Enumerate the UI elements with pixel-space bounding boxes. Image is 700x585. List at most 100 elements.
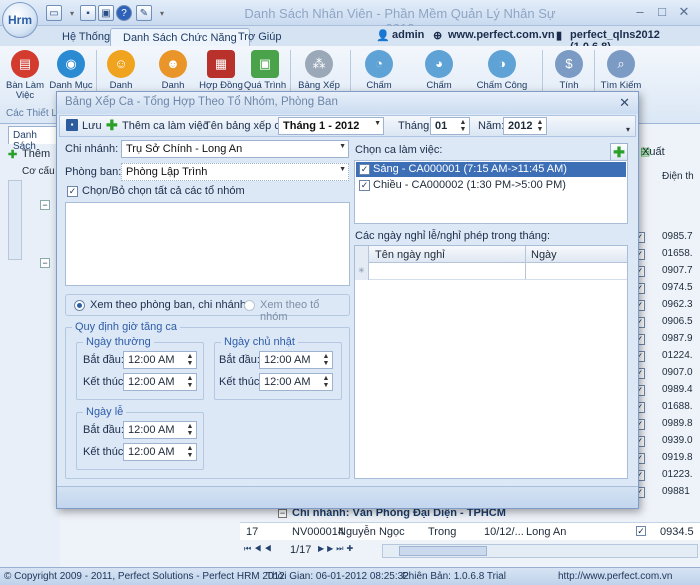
- status-url[interactable]: http://www.perfect.com.vn: [558, 571, 673, 582]
- select-all-checkbox[interactable]: ✓: [67, 186, 78, 197]
- employee-date: 10/12/...: [484, 526, 524, 538]
- sheet-name-dropdown[interactable]: Tháng 1 - 2012 ▼: [278, 117, 384, 135]
- people-icon: ☻: [159, 50, 187, 78]
- holiday-end-time[interactable]: 12:00 AM ▲ ▼: [123, 443, 197, 461]
- view-mode-group: Xem theo phòng ban, chi nhánh Xem theo t…: [65, 294, 350, 323]
- weekday-end-label: Kết thúc:: [83, 376, 127, 388]
- shift-checkbox-2[interactable]: ✓: [359, 180, 370, 191]
- save-all-icon[interactable]: ▣: [98, 5, 114, 21]
- holidays-label: Các ngày nghỉ lễ/nghỉ phép trong tháng:: [355, 230, 551, 242]
- year-label: Năm:: [478, 120, 505, 132]
- view-by-group-radio[interactable]: [244, 300, 255, 311]
- website-link[interactable]: www.perfect.com.vn: [448, 29, 555, 41]
- tree-expand-icon[interactable]: −: [40, 200, 50, 210]
- contract-icon: ▦: [207, 50, 235, 78]
- holiday-group: Ngày lễ Bắt đầu: 12:00 AM ▲ ▼ Kết thúc: 12…: [76, 406, 204, 470]
- sunday-start-time[interactable]: 12:00 AM ▲ ▼: [259, 351, 333, 369]
- dashboard-icon: ▤: [11, 50, 39, 78]
- ribbon-ban-lam-viec[interactable]: ▤ Bàn Làm Việc: [2, 50, 48, 102]
- dept-dropdown[interactable]: Phòng Lập Trình ▼: [121, 163, 349, 181]
- status-version: Phiên Bản: 1.0.6.8 Trial: [402, 571, 506, 582]
- view-by-group-label: Xem theo tổ nhóm: [260, 299, 320, 323]
- timesheet-icon: ◕: [425, 50, 453, 78]
- row-checkbox[interactable]: ✓: [636, 526, 646, 536]
- year-spinner[interactable]: 2012 ▲ ▼: [503, 117, 547, 135]
- dialog-toolbar: ▪ Lưu ✚ Thêm ca làm việc Tên bảng xếp ca…: [59, 115, 636, 137]
- view-by-dept-radio[interactable]: [74, 300, 85, 311]
- tab-tro-giup[interactable]: Trợ Giúp: [226, 28, 293, 46]
- tree-expand-icon[interactable]: −: [40, 258, 50, 268]
- phone-column-header: Điện th: [662, 171, 694, 182]
- dialog-close-icon[interactable]: ✕: [619, 95, 630, 111]
- phone-cell: 0987.9: [662, 333, 693, 344]
- phone-cell: 01223.: [662, 469, 693, 480]
- user-name: admin: [392, 29, 425, 41]
- edit-icon[interactable]: ✎: [136, 5, 152, 21]
- chevron-down-icon[interactable]: ▾: [64, 5, 80, 21]
- holiday-title: Ngày lễ: [83, 406, 127, 418]
- add-icon[interactable]: ✚: [106, 117, 118, 134]
- group-collapse-icon[interactable]: −: [278, 509, 287, 518]
- overtime-rules-group: Quy định giờ tăng ca Ngày thường Bắt đầu…: [65, 321, 350, 479]
- help-icon[interactable]: ?: [116, 5, 132, 21]
- pager-next-last-icons[interactable]: ▶▶⏭✚: [318, 544, 356, 554]
- timesheet-icon: ◔: [365, 50, 393, 78]
- phone-cell: 0989.8: [662, 418, 693, 429]
- maximize-icon[interactable]: □: [652, 3, 672, 21]
- customize-toolbar-icon[interactable]: ▾: [154, 5, 170, 21]
- holiday-start-time[interactable]: 12:00 AM ▲ ▼: [123, 421, 197, 439]
- shift-item-2: Chiều - CA000002 (1:30 PM->5:00 PM): [373, 179, 566, 191]
- weekday-end-time[interactable]: 12:00 AM ▲ ▼: [123, 373, 197, 391]
- shift-list[interactable]: ✓ Sáng - CA000001 (7:15 AM->11:45 AM) ✓ …: [354, 160, 628, 224]
- spin-arrows-icon: ▲ ▼: [186, 375, 194, 389]
- copyright-text: © Copyright 2009 - 2011, Perfect Solutio…: [4, 571, 285, 582]
- save-icon[interactable]: ▪: [80, 5, 96, 21]
- weekday-start-time[interactable]: 12:00 AM ▲ ▼: [123, 351, 197, 369]
- horizontal-scrollbar[interactable]: [382, 544, 698, 558]
- phone-cell: 01688.: [662, 401, 693, 412]
- weekday-start-label: Bắt đầu:: [83, 354, 124, 366]
- employee-id: NV000014: [292, 526, 344, 538]
- pager-first-prev-icons[interactable]: ⏮◀◀: [244, 544, 274, 554]
- app-logo[interactable]: Hrm: [2, 2, 38, 38]
- close-icon[interactable]: ✕: [674, 3, 694, 21]
- select-all-label: Chọn/Bỏ chọn tất cả các tổ nhóm: [82, 185, 245, 197]
- spin-arrows-icon: ▲ ▼: [536, 119, 544, 133]
- month-spinner[interactable]: 01 ▲ ▼: [430, 117, 470, 135]
- sunday-end-label: Kết thúc:: [219, 376, 263, 388]
- phone-cell: 01224.: [662, 350, 693, 361]
- version-icon: ▮: [556, 30, 563, 42]
- col-holiday-date[interactable]: Ngày: [531, 249, 557, 261]
- toolbar-overflow-icon[interactable]: ▾: [626, 125, 630, 134]
- col-holiday-name[interactable]: Tên ngày nghỉ: [375, 249, 445, 261]
- save-icon[interactable]: ▪: [66, 119, 78, 131]
- background-bottom-panel: − Chi nhánh: Văn Phòng Đại Diện - TPHCM …: [60, 500, 700, 567]
- pager-position: 1/17: [290, 544, 312, 556]
- group-list[interactable]: [65, 202, 350, 286]
- add-icon[interactable]: ✚: [8, 148, 17, 161]
- shift-schedule-dialog: Bảng Xếp Ca - Tổng Hợp Theo Tổ Nhóm, Phò…: [56, 91, 639, 509]
- phone-cell: 09881: [662, 486, 690, 497]
- new-row-icon: ✳: [358, 266, 365, 275]
- overtime-rules-title: Quy định giờ tăng ca: [72, 321, 180, 333]
- process-icon: ▣: [251, 50, 279, 78]
- bg-add-button[interactable]: Thêm: [22, 148, 50, 160]
- phone-cell: 0939.0: [662, 435, 693, 446]
- add-shift-icon[interactable]: ✚: [610, 143, 628, 161]
- branch-dropdown[interactable]: Trụ Sở Chính - Long An ▼: [121, 140, 349, 158]
- employee-place: Long An: [526, 526, 567, 538]
- weekday-group: Ngày thường Bắt đầu: 12:00 AM ▲ ▼ Kết thúc…: [76, 336, 204, 400]
- search-icon: ⌕: [607, 50, 635, 78]
- shift-checkbox-1[interactable]: ✓: [359, 164, 370, 175]
- holidays-grid[interactable]: ✳ Tên ngày nghỉ Ngày: [354, 245, 628, 479]
- sunday-start-label: Bắt đầu:: [219, 354, 260, 366]
- chevron-down-icon: ▼: [339, 143, 346, 150]
- minimize-icon[interactable]: –: [630, 3, 650, 21]
- dept-label: Phòng ban:: [65, 166, 122, 178]
- sunday-end-time[interactable]: 12:00 AM ▲ ▼: [259, 373, 333, 391]
- add-shift-button[interactable]: Thêm ca làm việc: [122, 120, 208, 132]
- spin-arrows-icon: ▲ ▼: [459, 119, 467, 133]
- new-icon[interactable]: ▭: [46, 5, 62, 21]
- export-button[interactable]: Xuất: [642, 146, 665, 158]
- save-button[interactable]: Lưu: [82, 120, 102, 132]
